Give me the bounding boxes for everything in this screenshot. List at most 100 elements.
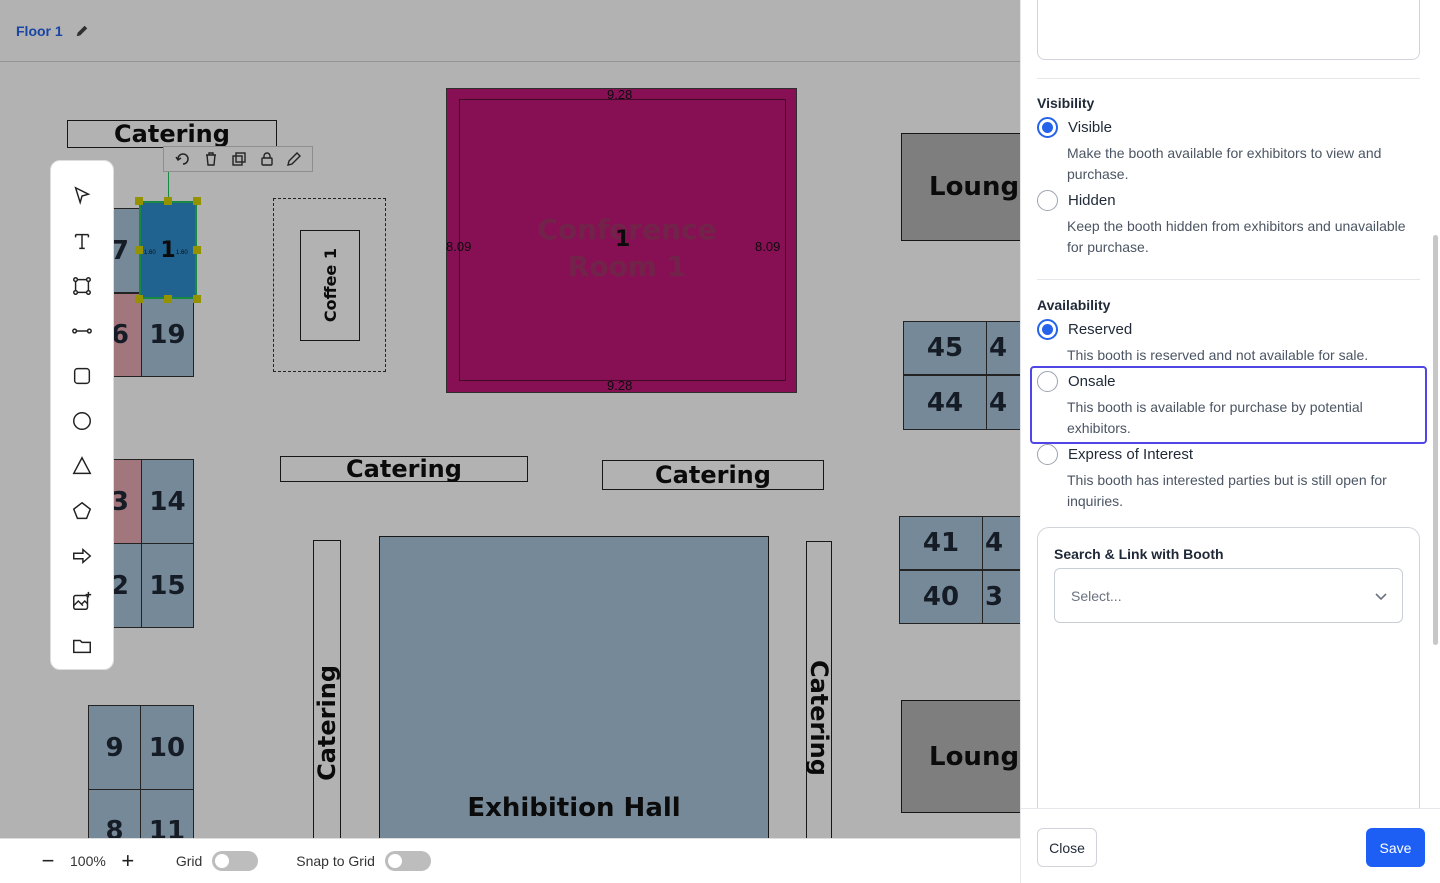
line-icon[interactable]: [69, 318, 95, 344]
selected-booth-left-dim: 1.60: [144, 250, 156, 256]
resize-handle[interactable]: [193, 246, 201, 254]
booth-9[interactable]: 9: [88, 705, 141, 790]
booth-44[interactable]: 44: [903, 375, 987, 430]
divider: [1037, 279, 1420, 280]
edit-icon[interactable]: [286, 151, 302, 167]
floor-name[interactable]: Floor 1: [16, 23, 63, 39]
circle-icon[interactable]: [69, 408, 95, 434]
conference-booth-number: 1: [615, 227, 631, 252]
booth-partial[interactable]: 3: [982, 570, 1020, 624]
edit-floor-name-icon[interactable]: [75, 24, 89, 38]
radio-label: Hidden: [1068, 192, 1116, 209]
triangle-icon[interactable]: [69, 453, 95, 479]
radio-button[interactable]: [1037, 371, 1058, 392]
radio-description: This booth is available for purchase by …: [1067, 399, 1363, 436]
booth-14[interactable]: 14: [141, 459, 194, 544]
snap-label: Snap to Grid: [296, 853, 375, 869]
radio-hidden[interactable]: Hidden: [1037, 190, 1116, 211]
radio-button[interactable]: [1037, 444, 1058, 465]
booth-partial[interactable]: 4: [982, 516, 1020, 570]
booth-10[interactable]: 10: [140, 705, 194, 790]
lounge-area[interactable]: Lounge: [901, 133, 1020, 241]
canvas-topbar: Floor 1: [0, 0, 1020, 62]
grid-label: Grid: [175, 853, 203, 869]
text-icon[interactable]: [69, 228, 95, 254]
grid-toggle[interactable]: [212, 851, 259, 871]
catering-area[interactable]: Catering: [805, 541, 833, 861]
radio-description: This booth is reserved and not available…: [1067, 347, 1369, 363]
snap-toggle[interactable]: [384, 851, 431, 871]
radio-label: Express of Interest: [1068, 446, 1194, 463]
radio-button[interactable]: [1037, 190, 1058, 211]
zoom-in-button[interactable]: +: [118, 848, 138, 874]
polygon-nodes-icon[interactable]: [69, 273, 95, 299]
panel-footer: Close Save: [1021, 808, 1440, 883]
booth-settings-panel: Visibility Visible Make the booth availa…: [1020, 0, 1440, 883]
dim-right: 8.09: [755, 239, 781, 254]
radio-label: Onsale: [1068, 373, 1116, 390]
exhibition-hall[interactable]: Exhibition Hall: [379, 536, 769, 866]
save-button[interactable]: Save: [1366, 828, 1425, 867]
visibility-title: Visibility: [1037, 95, 1095, 111]
drawing-toolbar: [50, 160, 114, 670]
image-add-icon[interactable]: [69, 588, 95, 614]
close-button[interactable]: Close: [1037, 828, 1097, 867]
resize-handle[interactable]: [135, 197, 143, 205]
resize-handle[interactable]: [193, 295, 201, 303]
lock-icon[interactable]: [259, 151, 275, 167]
radio-description: Keep the booth hidden from exhibitors an…: [1067, 218, 1406, 255]
catering-area[interactable]: Catering: [280, 455, 528, 483]
panel-scroll-area[interactable]: Visibility Visible Make the booth availa…: [1021, 0, 1440, 808]
radio-label: Visible: [1068, 119, 1112, 136]
resize-handle[interactable]: [193, 197, 201, 205]
radio-description: Make the booth available for exhibitors …: [1067, 145, 1382, 182]
radio-reserved[interactable]: Reserved: [1037, 319, 1132, 340]
chevron-down-icon: [1375, 592, 1387, 600]
availability-title: Availability: [1037, 297, 1111, 313]
radio-label: Reserved: [1068, 321, 1133, 338]
zoom-level: 100%: [70, 853, 106, 869]
radio-button[interactable]: [1037, 319, 1058, 340]
booth-45[interactable]: 45: [903, 321, 987, 375]
booth-19[interactable]: 19: [141, 293, 194, 377]
booth-15[interactable]: 15: [141, 543, 194, 628]
folder-icon[interactable]: [69, 633, 95, 659]
rotate-icon[interactable]: [174, 150, 192, 168]
selected-booth-right-dim: 1.60: [176, 250, 188, 256]
panel-scrollbar[interactable]: [1433, 235, 1438, 645]
trash-icon[interactable]: [203, 151, 219, 167]
floorplan-canvas[interactable]: Floor 1 Catering 7 6 19 1 1.60 1.60 Coff…: [0, 0, 1020, 883]
resize-handle[interactable]: [135, 246, 143, 254]
conference-room[interactable]: Conference Room 1 1: [446, 88, 797, 393]
duplicate-icon[interactable]: [231, 151, 247, 167]
radio-button[interactable]: [1037, 117, 1058, 138]
select-arrow-icon[interactable]: [69, 183, 95, 209]
resize-handle[interactable]: [135, 295, 143, 303]
pentagon-icon[interactable]: [69, 498, 95, 524]
booth-41[interactable]: 41: [899, 516, 983, 570]
dim-top: 9.28: [607, 87, 633, 102]
radio-onsale[interactable]: Onsale: [1037, 371, 1116, 392]
zoom-out-button[interactable]: −: [38, 848, 58, 874]
dim-bottom: 9.28: [607, 378, 633, 393]
booth-select[interactable]: Select...: [1054, 568, 1403, 623]
radio-visible[interactable]: Visible: [1037, 117, 1112, 138]
radio-express-interest[interactable]: Express of Interest: [1037, 444, 1193, 465]
lounge-area[interactable]: Lounge: [901, 700, 1020, 813]
arrow-right-icon[interactable]: [69, 543, 95, 569]
description-textarea[interactable]: [1037, 0, 1420, 60]
selection-toolbar: [163, 146, 313, 172]
resize-handle[interactable]: [164, 197, 172, 205]
catering-area[interactable]: Catering: [67, 120, 277, 148]
catering-area[interactable]: Catering: [313, 540, 341, 860]
booth-partial[interactable]: 4: [986, 321, 1020, 375]
resize-handle[interactable]: [164, 295, 172, 303]
divider: [1037, 78, 1420, 79]
rectangle-icon[interactable]: [69, 363, 95, 389]
dim-left: 8.09: [446, 239, 472, 254]
coffee-area[interactable]: Coffee 1: [300, 230, 360, 341]
link-booth-title: Search & Link with Booth: [1054, 546, 1224, 562]
booth-partial[interactable]: 4: [986, 375, 1020, 430]
catering-area[interactable]: Catering: [602, 460, 824, 490]
booth-40[interactable]: 40: [899, 570, 983, 624]
